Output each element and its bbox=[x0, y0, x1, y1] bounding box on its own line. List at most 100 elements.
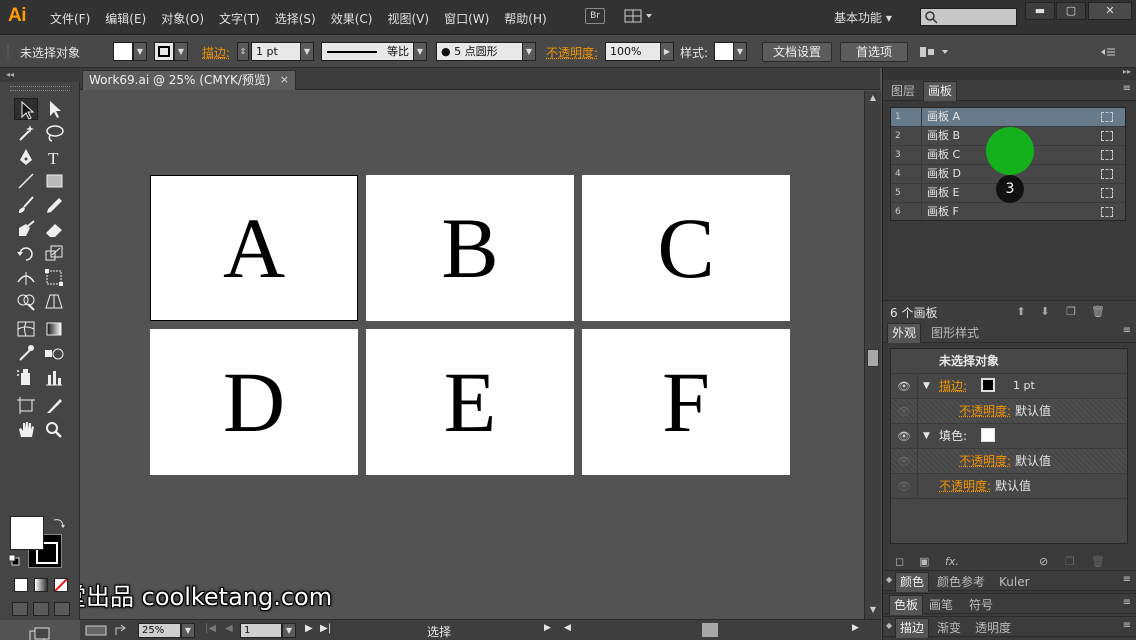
selection-tool[interactable] bbox=[14, 98, 38, 120]
artboard-options-icon[interactable] bbox=[1101, 207, 1113, 217]
dock-header[interactable]: ▸▸ bbox=[883, 67, 1136, 80]
menu-object[interactable]: 对象(O) bbox=[161, 10, 204, 27]
vertical-scrollbar[interactable]: ▲ ▼ bbox=[864, 91, 881, 619]
pen-tool[interactable] bbox=[14, 146, 38, 168]
stroke-dropdown[interactable]: ▼ bbox=[174, 42, 188, 61]
menu-edit[interactable]: 编辑(E) bbox=[105, 10, 146, 27]
scale-tool[interactable] bbox=[42, 242, 66, 264]
fill-color-swatch[interactable] bbox=[113, 42, 133, 61]
artboard-b[interactable]: B bbox=[366, 175, 574, 321]
gradient-mode-button[interactable] bbox=[34, 578, 48, 592]
blob-brush-tool[interactable] bbox=[14, 218, 38, 240]
control-bar-menu-icon[interactable] bbox=[1100, 46, 1116, 58]
pencil-tool[interactable] bbox=[42, 194, 66, 216]
expand-triangle-icon[interactable]: ▼ bbox=[923, 374, 930, 398]
menu-select[interactable]: 选择(S) bbox=[275, 10, 316, 27]
horizontal-scroll-thumb[interactable] bbox=[702, 623, 718, 637]
opacity-field[interactable]: 100% bbox=[605, 42, 661, 61]
swatches-panel-menu-icon[interactable]: ≡ bbox=[1123, 597, 1131, 608]
appearance-fill-opacity-row[interactable]: 👁 不透明度: 默认值 bbox=[891, 449, 1127, 474]
draw-normal-button[interactable] bbox=[12, 602, 28, 616]
help-search-input[interactable] bbox=[920, 8, 1017, 26]
artboard-tool[interactable] bbox=[14, 394, 38, 416]
menu-type[interactable]: 文字(T) bbox=[219, 10, 260, 27]
arrange-documents-button[interactable] bbox=[624, 8, 656, 24]
next-artboard-button[interactable]: ▶ bbox=[305, 623, 313, 634]
zoom-field[interactable]: 25% bbox=[138, 623, 181, 638]
symbol-sprayer-tool[interactable] bbox=[14, 366, 38, 388]
current-tool-status[interactable]: 选择 bbox=[427, 623, 451, 640]
paintbrush-tool[interactable] bbox=[14, 194, 38, 216]
status-menu-arrow[interactable]: ▶ bbox=[544, 623, 551, 633]
slice-tool[interactable] bbox=[42, 394, 66, 416]
appearance-fill-row[interactable]: 👁 ▼ 填色: bbox=[891, 424, 1127, 449]
magic-wand-tool[interactable] bbox=[14, 122, 38, 144]
rectangle-tool[interactable] bbox=[42, 170, 66, 192]
artboard-f[interactable]: F bbox=[582, 329, 790, 475]
bridge-button[interactable]: Br bbox=[585, 8, 605, 24]
document-tab[interactable]: Work69.ai @ 25% (CMYK/预览) × bbox=[82, 70, 296, 90]
artboard-e[interactable]: E bbox=[366, 329, 574, 475]
brush-dropdown[interactable]: ▼ bbox=[522, 42, 536, 61]
opacity-label[interactable]: 不透明度: bbox=[546, 44, 598, 61]
tab-kuler[interactable]: Kuler bbox=[995, 574, 1034, 590]
expand-arrows-icon[interactable]: ◆ bbox=[886, 575, 892, 584]
artboard-nav-dropdown[interactable]: ▼ bbox=[282, 623, 296, 638]
zoom-dropdown[interactable]: ▼ bbox=[181, 623, 195, 638]
tab-graphic-styles[interactable]: 图形样式 bbox=[927, 325, 983, 341]
artboard-c[interactable]: C bbox=[582, 175, 790, 321]
color-panel-menu-icon[interactable]: ≡ bbox=[1123, 574, 1131, 585]
artboard-options-icon[interactable] bbox=[1101, 150, 1113, 160]
screen-mode-icon[interactable] bbox=[28, 626, 52, 640]
first-artboard-button[interactable]: |◀ bbox=[205, 623, 216, 634]
menu-help[interactable]: 帮助(H) bbox=[504, 10, 546, 27]
direct-selection-tool[interactable] bbox=[42, 98, 66, 120]
artboard-row-1[interactable]: 1 画板 A bbox=[891, 108, 1125, 127]
menu-view[interactable]: 视图(V) bbox=[387, 10, 429, 27]
tab-symbols[interactable]: 符号 bbox=[965, 597, 997, 613]
tab-stroke[interactable]: 描边 bbox=[895, 618, 930, 638]
line-segment-tool[interactable] bbox=[14, 170, 38, 192]
add-stroke-icon[interactable]: ◻ bbox=[895, 555, 904, 568]
align-options-icon[interactable] bbox=[918, 44, 952, 60]
profile-dropdown[interactable]: ▼ bbox=[413, 42, 427, 61]
artboard-options-icon[interactable] bbox=[1101, 112, 1113, 122]
last-artboard-button[interactable]: ▶| bbox=[320, 623, 331, 634]
stroke-weight-field[interactable]: 1 pt bbox=[251, 42, 301, 61]
appearance-stroke-row[interactable]: 👁 ▼ 描边: 1 pt bbox=[891, 374, 1127, 399]
appearance-opacity-row[interactable]: 👁 不透明度: 默认值 bbox=[891, 474, 1127, 499]
visibility-eye-icon[interactable]: 👁 bbox=[897, 455, 911, 468]
tab-swatches[interactable]: 色板 bbox=[889, 595, 924, 615]
draw-behind-button[interactable] bbox=[33, 602, 49, 616]
type-tool[interactable]: T bbox=[42, 146, 66, 168]
menu-window[interactable]: 窗口(W) bbox=[444, 10, 489, 27]
object-opacity-label[interactable]: 不透明度: bbox=[939, 474, 991, 498]
stroke-label[interactable]: 描边: bbox=[202, 44, 230, 61]
visibility-eye-icon[interactable]: 👁 bbox=[897, 430, 911, 443]
column-graph-tool[interactable] bbox=[42, 366, 66, 388]
eraser-tool[interactable] bbox=[42, 218, 66, 240]
fill-attr-swatch[interactable] bbox=[981, 428, 995, 442]
rearrange-up-icon[interactable]: ⬆ bbox=[1015, 305, 1027, 318]
tab-gradient[interactable]: 渐变 bbox=[933, 620, 965, 636]
expand-arrows-icon[interactable]: ◆ bbox=[886, 621, 892, 630]
none-mode-button[interactable] bbox=[54, 578, 68, 592]
free-transform-tool[interactable] bbox=[42, 266, 66, 288]
lasso-tool[interactable] bbox=[42, 122, 66, 144]
add-fill-icon[interactable]: ▣ bbox=[919, 555, 929, 568]
window-maximize-button[interactable]: ▢ bbox=[1056, 2, 1086, 20]
delete-artboard-icon[interactable]: 🗑 bbox=[1091, 305, 1105, 318]
tab-layers[interactable]: 图层 bbox=[887, 83, 919, 99]
graphic-style-dropdown[interactable]: ▼ bbox=[733, 42, 747, 61]
appearance-panel-menu-icon[interactable]: ≡ bbox=[1123, 325, 1131, 336]
fill-dropdown[interactable]: ▼ bbox=[133, 42, 147, 61]
scroll-down-arrow[interactable]: ▼ bbox=[868, 605, 878, 614]
previous-artboard-button[interactable]: ◀ bbox=[225, 623, 233, 634]
stroke-weight-dropdown[interactable]: ▼ bbox=[300, 42, 314, 61]
stroke-panel-menu-icon[interactable]: ≡ bbox=[1123, 620, 1131, 631]
artboard-options-icon[interactable] bbox=[1101, 131, 1113, 141]
fill-opacity-label[interactable]: 不透明度: bbox=[959, 449, 1011, 473]
artboard-row-6[interactable]: 6 画板 F bbox=[891, 203, 1125, 222]
graphic-style-swatch[interactable] bbox=[714, 42, 734, 61]
visibility-eye-icon[interactable]: 👁 bbox=[897, 480, 911, 493]
